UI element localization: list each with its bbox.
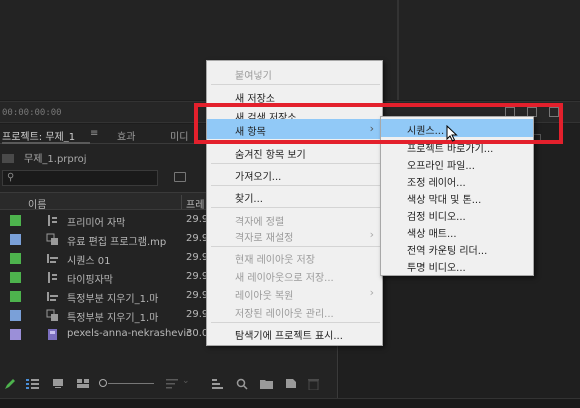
tab-media-browser[interactable]: 미디 (170, 128, 188, 143)
column-name-header[interactable]: 이름 (28, 196, 46, 211)
submenu-item-adjustment-layer[interactable]: 조정 레이어... (381, 171, 533, 189)
search-icon: ⚲ (7, 172, 15, 183)
panel-divider (398, 0, 399, 100)
chevron-down-icon[interactable]: ⌄ (182, 376, 190, 386)
column-fps-header[interactable]: 프레 (186, 196, 204, 211)
project-file-row: 무제_1.prproj (2, 150, 87, 165)
menu-item-restore-layout[interactable]: 레이아웃 복원 › (207, 283, 382, 303)
tab-effects[interactable]: 효과 (117, 128, 135, 143)
multicam-sequence-icon (46, 309, 58, 321)
submenu-item-label: 오프라인 파일... (407, 161, 475, 172)
annotation-highlight-box (194, 103, 563, 144)
panel-menu-icon[interactable]: ≡ (90, 128, 98, 139)
label-color-swatch[interactable] (10, 329, 21, 340)
submenu-item-transparent-video[interactable]: 투명 비디오... (381, 256, 533, 274)
label-color-swatch[interactable] (10, 253, 21, 264)
column-divider[interactable] (181, 195, 182, 209)
menu-item-label: 새 레이아웃으로 저장... (235, 273, 334, 284)
menu-item-label: 격자로 재설정 (235, 233, 294, 244)
zoom-slider-handle[interactable] (99, 379, 107, 387)
label-color-swatch[interactable] (10, 310, 21, 321)
menu-item-label: 찾기... (235, 194, 263, 205)
menu-item-find[interactable]: 찾기... (207, 186, 382, 206)
item-name: 프리미어 자막 (67, 218, 126, 229)
sort-icons-icon[interactable] (166, 378, 178, 389)
menu-item-label: 레이아웃 복원 (235, 291, 294, 302)
submenu-item-label: 투명 비디오... (407, 263, 466, 274)
menu-item-save-as-new-layout[interactable]: 새 레이아웃으로 저장... (207, 265, 382, 285)
trash-icon[interactable] (308, 378, 319, 390)
menu-item-label: 현재 레이아웃 저장 (235, 255, 315, 266)
submenu-item-label: 전역 카운팅 리더... (407, 246, 488, 257)
label-color-swatch[interactable] (10, 291, 21, 302)
new-bin-from-search-icon[interactable] (174, 172, 186, 182)
video-clip-icon (48, 329, 57, 340)
tab-project[interactable]: 프로젝트: 무제_1 (2, 128, 75, 143)
submenu-item-offline-file[interactable]: 오프라인 파일... (381, 154, 533, 172)
menu-item-label: 저장된 레이아웃 관리... (235, 309, 334, 320)
submenu-item-label: 검정 비디오... (407, 212, 466, 223)
find-icon[interactable] (236, 378, 248, 390)
menu-separator (211, 84, 380, 85)
item-name: 특정부분 지우기_1.마 (67, 294, 159, 305)
menu-item-reveal-in-explorer[interactable]: 탐색기에 프로젝트 표시... (207, 323, 382, 343)
menu-item-import[interactable]: 가져오기... (207, 164, 382, 184)
menu-item-save-layout[interactable]: 현재 레이아웃 저장 (207, 247, 382, 267)
status-strip (0, 398, 580, 408)
subtitle-clip-icon (48, 215, 57, 226)
item-name: 시퀀스 01 (67, 256, 111, 267)
label-color-swatch[interactable] (10, 234, 21, 245)
active-tab-indicator (2, 142, 90, 144)
zoom-slider[interactable] (108, 383, 154, 384)
submenu-item-label: 색상 막대 및 톤... (407, 195, 482, 206)
menu-item-manage-layouts[interactable]: 저장된 레이아웃 관리... (207, 301, 382, 321)
item-name: pexels-anna-nekrashevic (67, 328, 192, 339)
mouse-cursor-icon (446, 125, 458, 142)
pencil-icon[interactable] (4, 378, 16, 390)
item-name: 타이핑자막 (67, 275, 113, 286)
submenu-item-label: 색상 매트... (407, 229, 457, 240)
search-input[interactable]: ⚲ (2, 170, 158, 186)
submenu-item-label: 조정 레이어... (407, 178, 466, 189)
automate-to-sequence-icon[interactable] (212, 378, 224, 389)
menu-item-paste[interactable]: 붙여넣기 (207, 63, 382, 83)
item-name: 유료 편집 프로그램.mp (67, 237, 167, 248)
sequence-icon (47, 292, 58, 301)
menu-item-reset-to-grid[interactable]: 격자로 재설정 › (207, 225, 382, 245)
project-panel-toolbar: ⌄ (0, 372, 338, 394)
list-view-icon[interactable] (26, 378, 39, 389)
label-color-swatch[interactable] (10, 272, 21, 283)
menu-item-label: 붙여넣기 (235, 71, 272, 82)
freeform-view-icon[interactable] (76, 378, 90, 389)
submenu-item-universal-counting-leader[interactable]: 전역 카운팅 리더... (381, 239, 533, 257)
label-color-swatch[interactable] (10, 215, 21, 226)
menu-item-label: 탐색기에 프로젝트 표시... (235, 331, 343, 342)
new-item-icon[interactable] (285, 378, 297, 389)
multicam-sequence-icon (46, 233, 58, 245)
menu-item-show-hidden[interactable]: 숨겨진 항목 보기 (207, 142, 382, 162)
icon-view-icon[interactable] (52, 378, 64, 389)
menu-item-label: 숨겨진 항목 보기 (235, 150, 306, 161)
menu-item-label: 가져오기... (235, 172, 282, 183)
submenu-arrow-icon: › (369, 286, 374, 299)
menu-separator (211, 207, 380, 208)
sequence-icon (47, 254, 58, 263)
new-bin-icon[interactable] (260, 378, 273, 389)
folder-icon (2, 154, 14, 163)
submenu-item-bars-and-tone[interactable]: 색상 막대 및 톤... (381, 188, 533, 206)
submenu-item-color-matte[interactable]: 색상 매트... (381, 222, 533, 240)
submenu-item-black-video[interactable]: 검정 비디오... (381, 205, 533, 223)
timecode: 00:00:00:00 (2, 108, 62, 118)
project-file-name: 무제_1.prproj (24, 154, 87, 165)
subtitle-clip-icon (48, 272, 57, 283)
submenu-arrow-icon: › (369, 228, 374, 241)
item-name: 특정부분 지우기_1.마 (67, 313, 159, 324)
